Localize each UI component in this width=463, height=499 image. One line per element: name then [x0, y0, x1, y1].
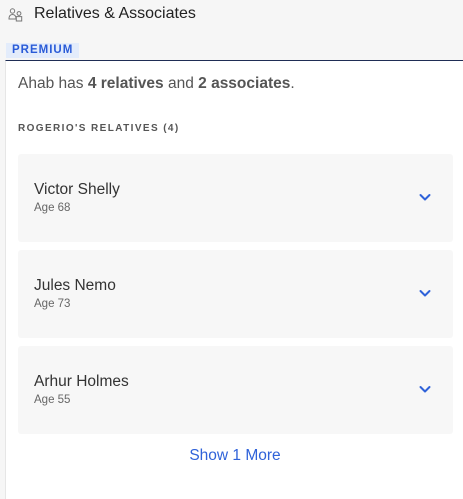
relative-name: Victor Shelly [34, 181, 120, 198]
relative-item[interactable]: Arhur Holmes Age 55 [18, 346, 453, 434]
summary-prefix: Ahab has [18, 75, 88, 92]
relative-age: Age 55 [34, 394, 71, 406]
section-title: Relatives & Associates [34, 5, 196, 22]
relative-item[interactable]: Victor Shelly Age 68 [18, 154, 453, 242]
relative-age: Age 68 [34, 202, 71, 214]
show-more-button[interactable]: Show 1 More [6, 446, 463, 466]
chevron-down-icon[interactable] [419, 385, 431, 394]
chevron-down-icon[interactable] [419, 289, 431, 298]
summary-middle: and [163, 75, 199, 92]
relative-name: Jules Nemo [34, 277, 116, 294]
associates-count: 2 associates [198, 75, 291, 92]
relatives-section-label: ROGERIO'S RELATIVES (4) [18, 123, 180, 134]
relative-age: Age 73 [34, 298, 71, 310]
premium-badge: PREMIUM [6, 43, 80, 58]
relative-name: Arhur Holmes [34, 373, 129, 390]
people-icon [8, 8, 23, 22]
relative-item[interactable]: Jules Nemo Age 73 [18, 250, 453, 338]
section-header: Relatives & Associates [0, 0, 463, 31]
relatives-card: Ahab has 4 relatives and 2 associates. R… [5, 60, 463, 499]
chevron-down-icon[interactable] [419, 193, 431, 202]
relatives-summary: Ahab has 4 relatives and 2 associates. [18, 74, 295, 94]
relatives-count: 4 relatives [87, 75, 164, 92]
summary-suffix: . [290, 75, 295, 92]
